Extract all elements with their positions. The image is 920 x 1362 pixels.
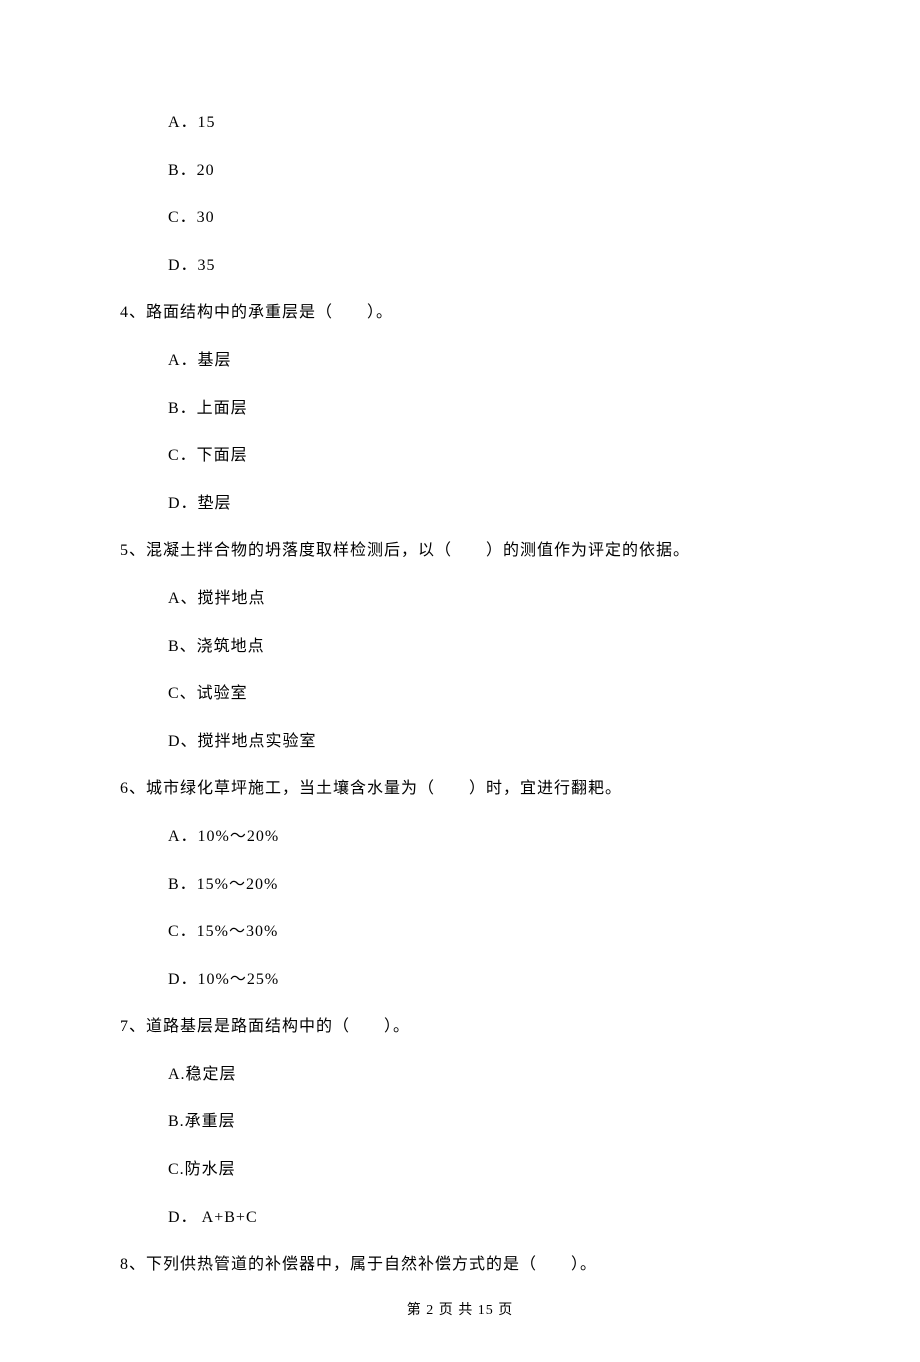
- q8-stem: 8、下列供热管道的补偿器中，属于自然补偿方式的是（ ）。: [120, 1252, 800, 1278]
- q4-option-d: D．垫层: [120, 491, 800, 517]
- q6-option-d: D．10%～25%: [120, 967, 800, 993]
- q5-stem: 5、混凝土拌合物的坍落度取样检测后，以（ ）的测值作为评定的依据。: [120, 538, 800, 564]
- page-content: A．15 B．20 C．30 D．35 4、路面结构中的承重层是（ ）。 A．基…: [0, 0, 920, 1362]
- q6-option-a: A．10%～20%: [120, 824, 800, 850]
- q3-option-a: A．15: [120, 110, 800, 136]
- q5-option-c: C、试验室: [120, 681, 800, 707]
- q7-option-d: D． A+B+C: [120, 1205, 800, 1231]
- q7-option-b: B.承重层: [120, 1109, 800, 1135]
- q4-option-c: C．下面层: [120, 443, 800, 469]
- q5-option-a: A、搅拌地点: [120, 586, 800, 612]
- page-footer: 第 2 页 共 15 页: [120, 1300, 800, 1322]
- q7-option-c: C.防水层: [120, 1157, 800, 1183]
- q5-option-d: D、搅拌地点实验室: [120, 729, 800, 755]
- q4-option-a: A．基层: [120, 348, 800, 374]
- q3-option-d: D．35: [120, 253, 800, 279]
- q7-option-a: A.稳定层: [120, 1062, 800, 1088]
- q4-stem: 4、路面结构中的承重层是（ ）。: [120, 300, 800, 326]
- q3-option-c: C．30: [120, 205, 800, 231]
- q6-stem: 6、城市绿化草坪施工，当土壤含水量为（ ）时，宜进行翻耙。: [120, 776, 800, 802]
- q6-option-c: C．15%～30%: [120, 919, 800, 945]
- q7-stem: 7、道路基层是路面结构中的（ ）。: [120, 1014, 800, 1040]
- q6-option-b: B．15%～20%: [120, 872, 800, 898]
- q4-option-b: B．上面层: [120, 396, 800, 422]
- q5-option-b: B、浇筑地点: [120, 634, 800, 660]
- q3-option-b: B．20: [120, 158, 800, 184]
